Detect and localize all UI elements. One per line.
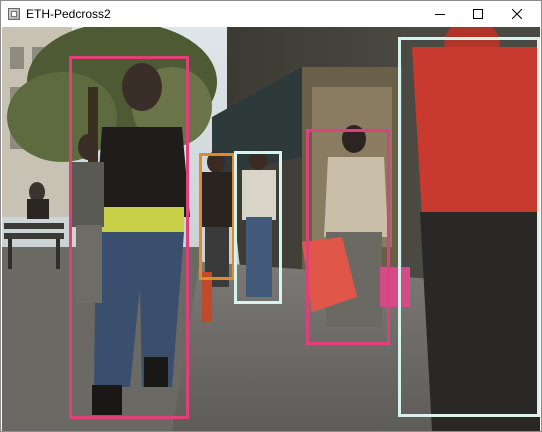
pedestrian-bounding-box[interactable] xyxy=(199,153,235,280)
pedestrian-bounding-box[interactable] xyxy=(234,151,282,304)
pedestrian-bounding-box[interactable] xyxy=(69,56,189,419)
pedestrian-bounding-box[interactable] xyxy=(306,129,390,345)
close-icon xyxy=(512,9,522,19)
app-window: ETH-Pedcross2 xyxy=(0,0,542,432)
maximize-button[interactable] xyxy=(459,1,497,27)
maximize-icon xyxy=(473,9,483,19)
app-icon xyxy=(8,8,20,20)
close-button[interactable] xyxy=(498,1,536,27)
pedestrian-bounding-box[interactable] xyxy=(398,37,540,417)
minimize-button[interactable] xyxy=(421,1,459,27)
video-frame xyxy=(2,27,540,431)
window-title: ETH-Pedcross2 xyxy=(26,7,111,21)
title-bar[interactable]: ETH-Pedcross2 xyxy=(1,1,541,27)
minimize-icon xyxy=(435,14,445,15)
